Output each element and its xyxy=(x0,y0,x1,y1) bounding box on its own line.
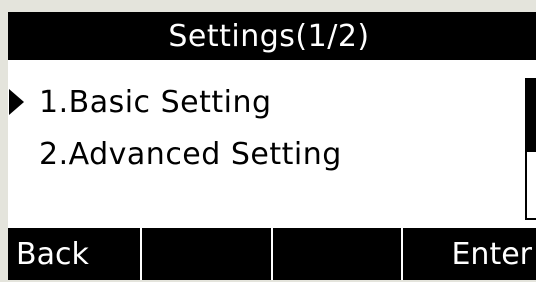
softkey-3[interactable] xyxy=(277,228,404,280)
softkey-2[interactable] xyxy=(146,228,273,280)
menu-item-label: 2.Advanced Setting xyxy=(39,136,342,172)
scrollbar-thumb[interactable] xyxy=(527,80,536,152)
selection-pointer-icon xyxy=(9,89,24,115)
title-bar: Settings(1/2) xyxy=(8,12,536,60)
menu-item-basic-setting[interactable]: 1.Basic Setting xyxy=(8,78,518,126)
softkey-enter[interactable]: Enter xyxy=(408,228,536,280)
scrollbar[interactable] xyxy=(525,78,536,220)
page-title: Settings(1/2) xyxy=(168,18,370,54)
menu-item-label: 1.Basic Setting xyxy=(39,84,272,120)
menu-item-advanced-setting[interactable]: 2.Advanced Setting xyxy=(8,130,518,178)
phone-lcd-screen: Settings(1/2) 1.Basic Setting 2.Advanced… xyxy=(8,12,536,280)
softkey-bar: Back Enter xyxy=(8,228,536,280)
softkey-back[interactable]: Back xyxy=(8,228,142,280)
